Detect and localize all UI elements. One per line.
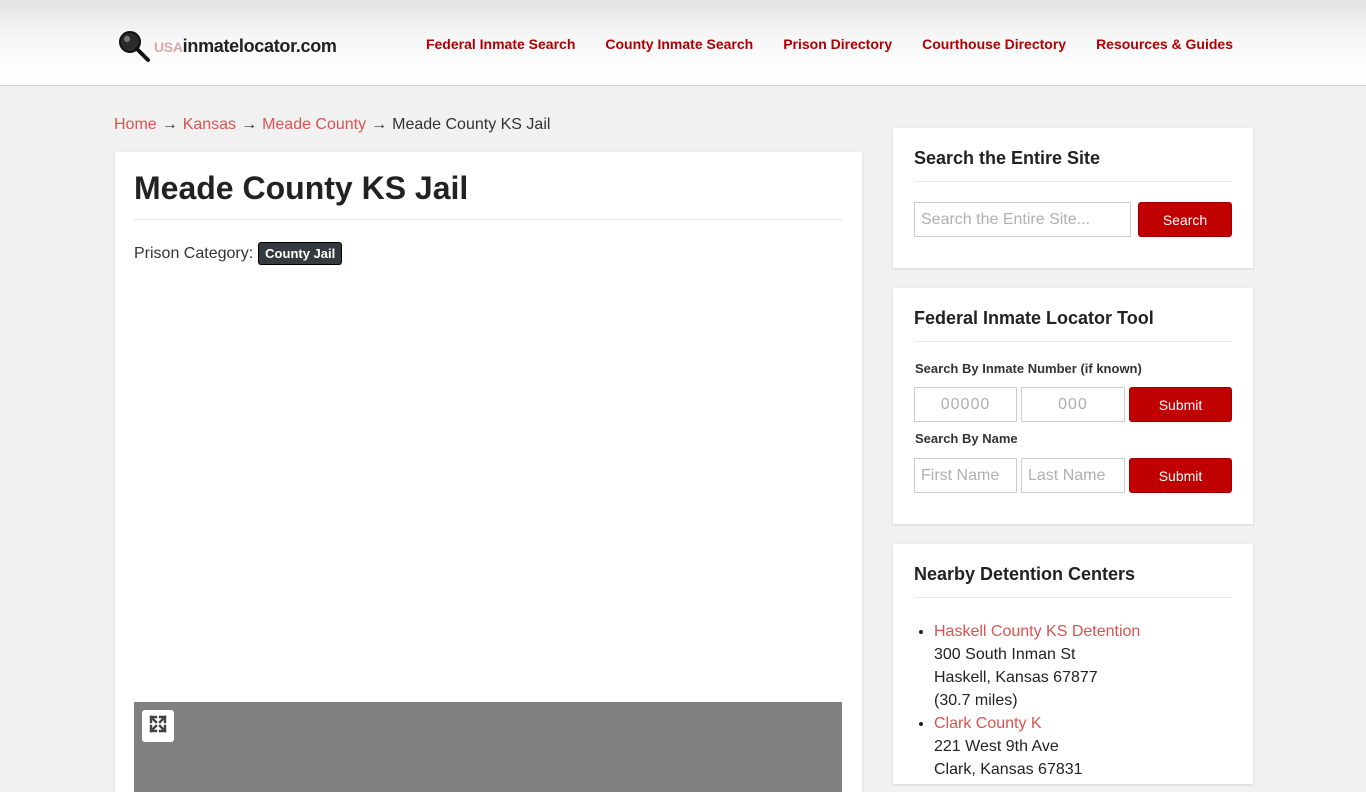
submit-name-button[interactable]: Submit	[1129, 458, 1232, 493]
nearby-center-city: Haskell, Kansas 67877	[934, 669, 1098, 686]
breadcrumb-kansas[interactable]: Kansas	[183, 116, 236, 133]
title-divider	[134, 219, 842, 220]
magnifier-icon	[116, 28, 152, 64]
nearby-centers-list: Haskell County KS Detention 300 South In…	[914, 620, 1140, 781]
nav-federal-inmate-search[interactable]: Federal Inmate Search	[426, 36, 575, 52]
list-item: Clark County K 221 West 9th Ave Clark, K…	[934, 712, 1140, 781]
breadcrumb-home[interactable]: Home	[114, 116, 157, 133]
prison-category: Prison Category: County Jail	[134, 242, 343, 265]
inmate-number-part2-input[interactable]	[1021, 387, 1125, 422]
search-by-number-label: Search By Inmate Number (if known)	[915, 361, 1142, 376]
logo-name: inmatelocator.com	[182, 35, 337, 56]
nav-courthouse-directory[interactable]: Courthouse Directory	[922, 36, 1066, 52]
site-header: USAinmatelocator.com Federal Inmate Sear…	[0, 0, 1366, 86]
breadcrumb-meade-county[interactable]: Meade County	[262, 116, 366, 133]
nearby-center-street: 300 South Inman St	[934, 646, 1076, 663]
nearby-center-city: Clark, Kansas 67831	[934, 761, 1083, 778]
submit-number-button[interactable]: Submit	[1129, 387, 1232, 422]
breadcrumb-separator: →	[241, 116, 258, 133]
widget-divider	[914, 181, 1232, 182]
site-logo[interactable]: USAinmatelocator.com	[116, 28, 337, 64]
last-name-input[interactable]	[1021, 458, 1125, 493]
logo-text: USAinmatelocator.com	[154, 36, 337, 57]
nav-resources-guides[interactable]: Resources & Guides	[1096, 36, 1233, 52]
map-fullscreen-button[interactable]	[142, 710, 174, 742]
expand-icon	[148, 714, 168, 739]
breadcrumb: Home → Kansas → Meade County → Meade County KS…	[114, 116, 550, 134]
first-name-input[interactable]	[914, 458, 1017, 493]
nearby-center-link[interactable]: Clark County K	[934, 715, 1042, 732]
breadcrumb-separator: →	[161, 116, 178, 133]
widget-divider	[914, 341, 1232, 342]
site-search-title: Search the Entire Site	[914, 148, 1101, 168]
main-nav: Federal Inmate Search County Inmate Sear…	[426, 36, 1233, 52]
nearby-centers-title: Nearby Detention Centers	[914, 564, 1136, 584]
site-search-button[interactable]: Search	[1138, 202, 1232, 237]
site-search-input[interactable]	[914, 202, 1131, 237]
nearby-center-street: 221 West 9th Ave	[934, 738, 1059, 755]
nav-prison-directory[interactable]: Prison Directory	[783, 36, 892, 52]
facility-map[interactable]	[134, 702, 842, 792]
site-search-widget: Search the Entire Site Search	[893, 128, 1253, 268]
category-badge[interactable]: County Jail	[258, 242, 343, 265]
list-item: Haskell County KS Detention 300 South In…	[934, 620, 1140, 712]
inmate-number-part1-input[interactable]	[914, 387, 1017, 422]
nav-county-inmate-search[interactable]: County Inmate Search	[605, 36, 753, 52]
page-title: Meade County KS Jail	[134, 170, 469, 206]
logo-prefix: USA	[154, 38, 183, 55]
nearby-center-distance: (30.7 miles)	[934, 692, 1018, 709]
nearby-center-link[interactable]: Haskell County KS Detention	[934, 623, 1140, 640]
main-content-card: Meade County KS Jail Prison Category: Co…	[115, 152, 862, 792]
widget-divider	[914, 597, 1232, 598]
breadcrumb-current: Meade County KS Jail	[392, 116, 551, 133]
category-label: Prison Category:	[134, 244, 254, 262]
federal-locator-title: Federal Inmate Locator Tool	[914, 308, 1154, 328]
search-by-name-label: Search By Name	[915, 431, 1018, 446]
breadcrumb-separator: →	[371, 116, 388, 133]
nearby-centers-widget: Nearby Detention Centers Haskell County …	[893, 544, 1253, 784]
federal-locator-widget: Federal Inmate Locator Tool Search By In…	[893, 288, 1253, 524]
